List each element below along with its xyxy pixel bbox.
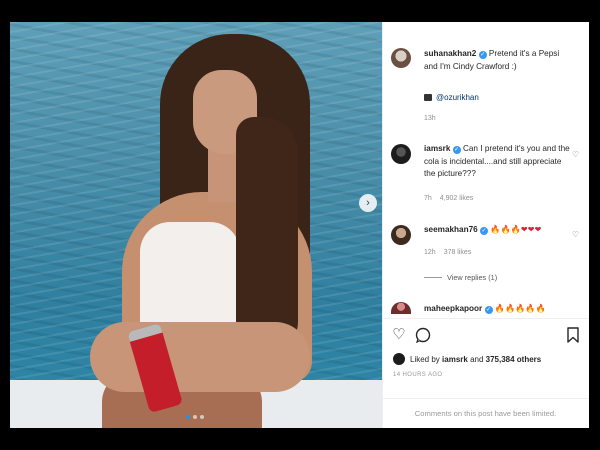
view-replies-label[interactable]: View replies (1) [447, 273, 497, 282]
heart-emoji: ❤ [534, 225, 542, 234]
liked-by[interactable]: Liked by iamsrk and 375,384 others [393, 353, 541, 365]
chevron-right-icon[interactable]: › [359, 194, 377, 212]
heart-icon[interactable]: ♡ [391, 327, 407, 343]
heart-icon[interactable]: ♡ [572, 230, 579, 239]
comment-age: 12h [424, 249, 436, 256]
liked-by-avatar [393, 353, 405, 365]
fire-emoji: 🔥 [490, 225, 501, 234]
comment-likes[interactable]: 378 likes [444, 249, 472, 256]
carousel-dot[interactable] [186, 415, 190, 419]
fire-emoji: 🔥 [505, 304, 516, 313]
heart-emoji: ❤ [520, 225, 528, 234]
heart-icon[interactable]: ♡ [572, 150, 579, 159]
fire-emoji: 🔥 [494, 304, 506, 313]
heart-emoji: ❤ [527, 225, 535, 234]
comment-username[interactable]: maheepkapoor [424, 304, 482, 313]
caption-username[interactable]: suhanakhan2 [424, 49, 476, 58]
fire-emoji: 🔥 [535, 304, 546, 313]
fire-emoji: 🔥 [500, 225, 511, 234]
verified-icon: ✓ [480, 227, 488, 235]
instagram-post: › suhanakhan2 ✓ Pretend it's a Pepsi and… [10, 22, 589, 428]
caption-mention[interactable]: @ozurikhan [436, 93, 479, 102]
comment-3: maheepkapoor ✓ 🔥🔥🔥🔥🔥 [424, 303, 574, 315]
avatar[interactable] [391, 144, 411, 164]
comment-username[interactable]: iamsrk [424, 144, 450, 153]
carousel-dots [186, 415, 204, 419]
post-timestamp: 14 HOURS AGO [393, 372, 443, 378]
camera-icon [424, 94, 432, 101]
fire-emoji: 🔥 [515, 304, 526, 313]
caption-age: 13h [424, 115, 436, 122]
avatar[interactable] [391, 225, 411, 245]
photo-hair-side [236, 117, 298, 357]
liked-by-prefix: Liked by [410, 354, 440, 364]
carousel-dot[interactable] [193, 415, 197, 419]
comment-likes[interactable]: 4,902 likes [440, 195, 473, 202]
comment-meta: 7h 4,902 likes [424, 195, 473, 202]
comment-1: iamsrk ✓ Can I pretend it's you and the … [424, 143, 574, 181]
replies-line [424, 277, 442, 278]
carousel-dot[interactable] [200, 415, 204, 419]
photo-arm [90, 322, 310, 392]
liked-by-user[interactable]: iamsrk [442, 355, 468, 364]
post-photo[interactable]: › [10, 22, 382, 428]
fire-emoji: 🔥 [525, 304, 536, 313]
action-bar: ♡ [382, 318, 589, 348]
comments-panel: suhanakhan2 ✓ Pretend it's a Pepsi and I… [382, 22, 589, 428]
verified-icon: ✓ [478, 51, 487, 59]
comment-2: seemakhan76 ✓ 🔥🔥🔥❤❤❤ [424, 224, 574, 237]
liked-by-joiner: and [470, 354, 484, 364]
comment-age: 7h [424, 195, 432, 202]
bookmark-icon[interactable] [565, 327, 581, 343]
fire-emoji: 🔥 [510, 225, 521, 234]
caption-mention-line: @ozurikhan [424, 93, 479, 102]
view-replies[interactable]: View replies (1) [424, 273, 497, 282]
caption: suhanakhan2 ✓ Pretend it's a Pepsi and I… [424, 48, 574, 73]
verified-icon: ✓ [484, 306, 493, 314]
comment-icon[interactable] [415, 327, 431, 344]
caption-meta: 13h [424, 115, 436, 122]
avatar[interactable] [391, 48, 411, 68]
panel-divider [382, 22, 383, 428]
avatar[interactable] [391, 302, 411, 314]
comments-limited-notice: Comments on this post have been limited. [382, 398, 589, 428]
comment-meta: 12h 378 likes [424, 249, 471, 256]
liked-by-others[interactable]: 375,384 others [486, 355, 542, 364]
verified-icon: ✓ [452, 146, 461, 154]
comment-username[interactable]: seemakhan76 [424, 225, 478, 234]
